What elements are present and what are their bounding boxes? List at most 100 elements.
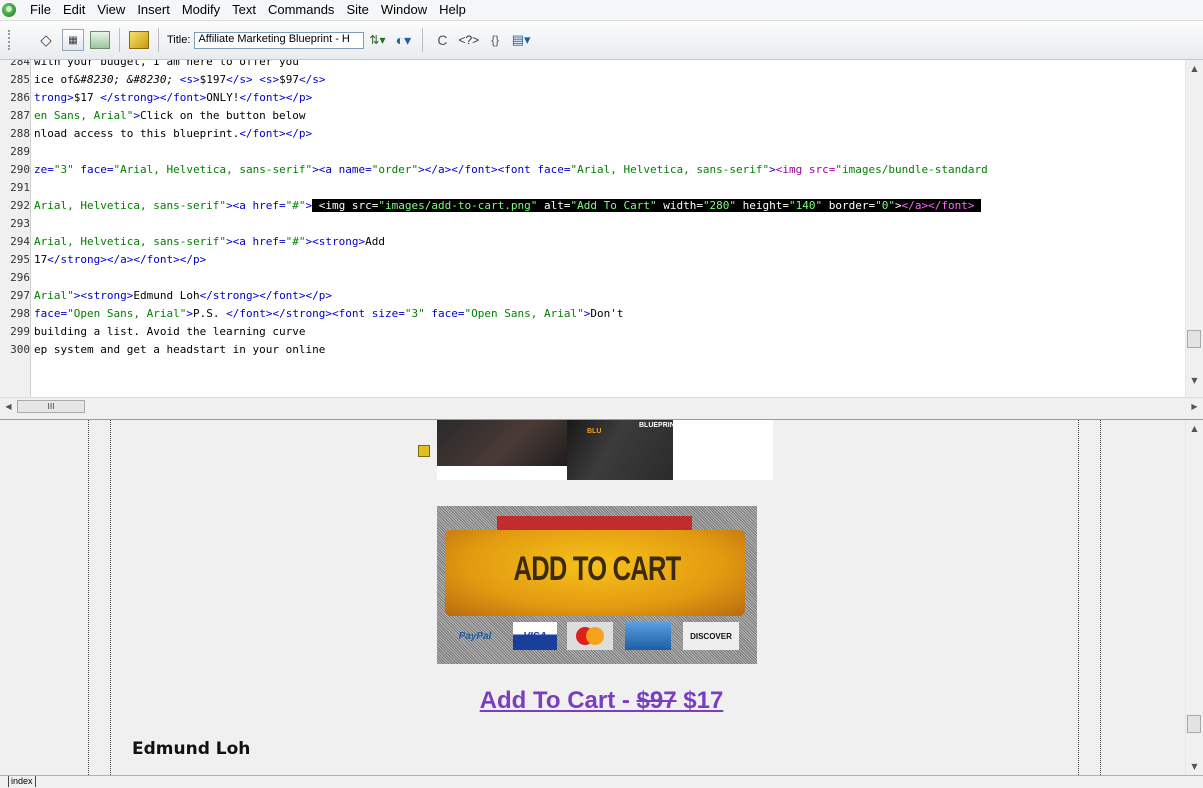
menu-insert[interactable]: Insert	[131, 0, 176, 20]
design-view-icon[interactable]	[90, 31, 110, 49]
scroll-thumb[interactable]	[1187, 330, 1201, 348]
table-guide-line	[1078, 420, 1079, 775]
line-number: 288	[10, 127, 30, 140]
hscroll-thumb[interactable]: III	[17, 400, 85, 413]
bundle-image[interactable]: BLU BLUEPRINT	[437, 420, 773, 480]
menu-help[interactable]: Help	[433, 0, 472, 20]
code-line[interactable]: 294 Arial, Helvetica, sans-serif"><a href…	[0, 234, 1186, 250]
code-line[interactable]: 284 with your budget, I am here to offer …	[0, 60, 1186, 70]
line-number: 297	[10, 289, 30, 302]
add-to-cart-image[interactable]: ADD TO CART PayPal VISA DISCOVER	[437, 506, 757, 664]
menu-commands[interactable]: Commands	[262, 0, 340, 20]
split-view-icon[interactable]: ▦	[62, 29, 84, 51]
scroll-right-arrow[interactable]: ▶	[1186, 398, 1203, 415]
code-line[interactable]: 286 trong>$17 </strong></font>ONLY!</font…	[0, 90, 1186, 106]
anchor-marker-icon[interactable]	[418, 445, 430, 457]
code-text[interactable]: Arial"><strong>Edmund Loh</strong></font…	[34, 288, 332, 304]
code-view-icon[interactable]: ◇	[36, 29, 56, 51]
code-line[interactable]: 285 ice of&#8230; &#8230; <s>$197</s> <s>…	[0, 72, 1186, 88]
code-line[interactable]: 297 Arial"><strong>Edmund Loh</strong></f…	[0, 288, 1186, 304]
title-label: Title:	[167, 34, 191, 46]
line-number: 298	[10, 307, 30, 320]
bundle-box	[437, 420, 572, 466]
design-vertical-scrollbar[interactable]: ▲ ▼	[1185, 420, 1203, 775]
visa-card: VISA	[513, 622, 557, 650]
code-text[interactable]: face="Open Sans, Arial">P.S. </font></st…	[34, 306, 624, 322]
refresh-icon[interactable]: C	[432, 29, 452, 51]
validate-markup-icon[interactable]: <?>	[458, 29, 479, 51]
scroll-down-arrow[interactable]: ▼	[1186, 372, 1203, 389]
scroll-up-arrow[interactable]: ▲	[1186, 420, 1203, 437]
code-line[interactable]: 292 Arial, Helvetica, sans-serif"><a href…	[0, 198, 1186, 214]
line-number: 293	[10, 217, 30, 230]
code-vertical-scrollbar[interactable]: ▲ ▼	[1185, 60, 1203, 397]
scroll-left-arrow[interactable]: ◀	[0, 398, 17, 415]
code-text[interactable]: Arial, Helvetica, sans-serif"><a href="#…	[34, 234, 385, 250]
code-line[interactable]: 288 nload access to this blueprint.</font…	[0, 126, 1186, 142]
code-text[interactable]: ep system and get a headstart in your on…	[34, 342, 325, 358]
line-number: 299	[10, 325, 30, 338]
cart-link-text[interactable]: Add To Cart -	[480, 687, 637, 714]
table-guide-line	[110, 420, 111, 775]
code-text[interactable]: Arial, Helvetica, sans-serif"><a href="#…	[34, 198, 982, 214]
scroll-down-arrow[interactable]: ▼	[1186, 758, 1203, 775]
menu-window[interactable]: Window	[375, 0, 433, 20]
line-number: 284	[10, 60, 30, 68]
toolbar-separator	[158, 28, 159, 52]
line-number: 286	[10, 91, 30, 104]
menu-site[interactable]: Site	[340, 0, 374, 20]
code-line[interactable]: 296	[0, 270, 1186, 286]
menu-text[interactable]: Text	[226, 0, 262, 20]
table-guide-line	[1100, 420, 1101, 775]
visual-aids-icon[interactable]: ▤▾	[511, 29, 531, 51]
line-number: 290	[10, 163, 30, 176]
code-line[interactable]: 299 building a list. Avoid the learning c…	[0, 324, 1186, 340]
document-toolbar: ◇ ▦ Title: Affiliate Marketing Blueprint…	[0, 21, 1203, 60]
line-number: 295	[10, 253, 30, 266]
code-text[interactable]: with your budget, I am here to offer you	[34, 60, 299, 70]
design-view[interactable]: BLU BLUEPRINT ADD TO CART PayPal VISA DI…	[0, 419, 1203, 775]
code-line[interactable]: 290 ze="3" face="Arial, Helvetica, sans-s…	[0, 162, 1186, 178]
table-guide-line	[88, 420, 89, 775]
add-to-cart-link[interactable]: Add To Cart - $97 $17	[0, 687, 1203, 715]
code-line[interactable]: 287 en Sans, Arial">Click on the button b…	[0, 108, 1186, 124]
app-icon[interactable]	[2, 3, 16, 17]
old-price[interactable]: $97	[637, 687, 677, 714]
file-management-icon[interactable]: ⇅▾	[367, 29, 387, 51]
payment-cards: PayPal VISA DISCOVER	[447, 622, 747, 652]
menu-view[interactable]: View	[91, 0, 131, 20]
discover-card: DISCOVER	[683, 622, 739, 650]
code-text[interactable]: trong>$17 </strong></font>ONLY!</font></…	[34, 90, 312, 106]
code-navigator-icon[interactable]: {}	[485, 29, 505, 51]
line-number: 289	[10, 145, 30, 158]
preview-browser-icon[interactable]: ◐▾	[393, 29, 413, 51]
code-line[interactable]: 291	[0, 180, 1186, 196]
toolbar-grip[interactable]	[8, 30, 30, 50]
scroll-up-arrow[interactable]: ▲	[1186, 60, 1203, 77]
code-line[interactable]: 295 17</strong></a></font></p>	[0, 252, 1186, 268]
menu-bar: File Edit View Insert Modify Text Comman…	[0, 0, 1203, 21]
paypal-card: PayPal	[458, 630, 492, 642]
code-text[interactable]: ice of&#8230; &#8230; <s>$197</s> <s>$97…	[34, 72, 325, 88]
author-signature: Edmund Loh	[132, 739, 251, 759]
code-line[interactable]: 293	[0, 216, 1186, 232]
menu-file[interactable]: File	[24, 0, 57, 20]
scroll-thumb[interactable]	[1187, 715, 1201, 733]
mastercard-card	[567, 622, 613, 650]
code-text[interactable]: ze="3" face="Arial, Helvetica, sans-seri…	[34, 162, 988, 178]
menu-edit[interactable]: Edit	[57, 0, 91, 20]
code-text[interactable]: building a list. Avoid the learning curv…	[34, 324, 306, 340]
code-text[interactable]: 17</strong></a></font></p>	[34, 252, 206, 268]
code-line[interactable]: 289	[0, 144, 1186, 160]
code-line[interactable]: 300 ep system and get a headstart in your…	[0, 342, 1186, 358]
menu-modify[interactable]: Modify	[176, 0, 226, 20]
new-price[interactable]: $17	[677, 687, 723, 714]
code-text[interactable]: nload access to this blueprint.</font></…	[34, 126, 312, 142]
code-horizontal-scrollbar[interactable]: ◀ III ▶	[0, 397, 1203, 415]
tab-index[interactable]: index	[8, 776, 36, 787]
live-view-icon[interactable]	[129, 31, 149, 49]
code-text[interactable]: en Sans, Arial">Click on the button belo…	[34, 108, 306, 124]
code-line[interactable]: 298 face="Open Sans, Arial">P.S. </font><…	[0, 306, 1186, 322]
code-view[interactable]: 284 with your budget, I am here to offer …	[0, 60, 1203, 397]
title-input[interactable]: Affiliate Marketing Blueprint - H	[194, 31, 365, 49]
